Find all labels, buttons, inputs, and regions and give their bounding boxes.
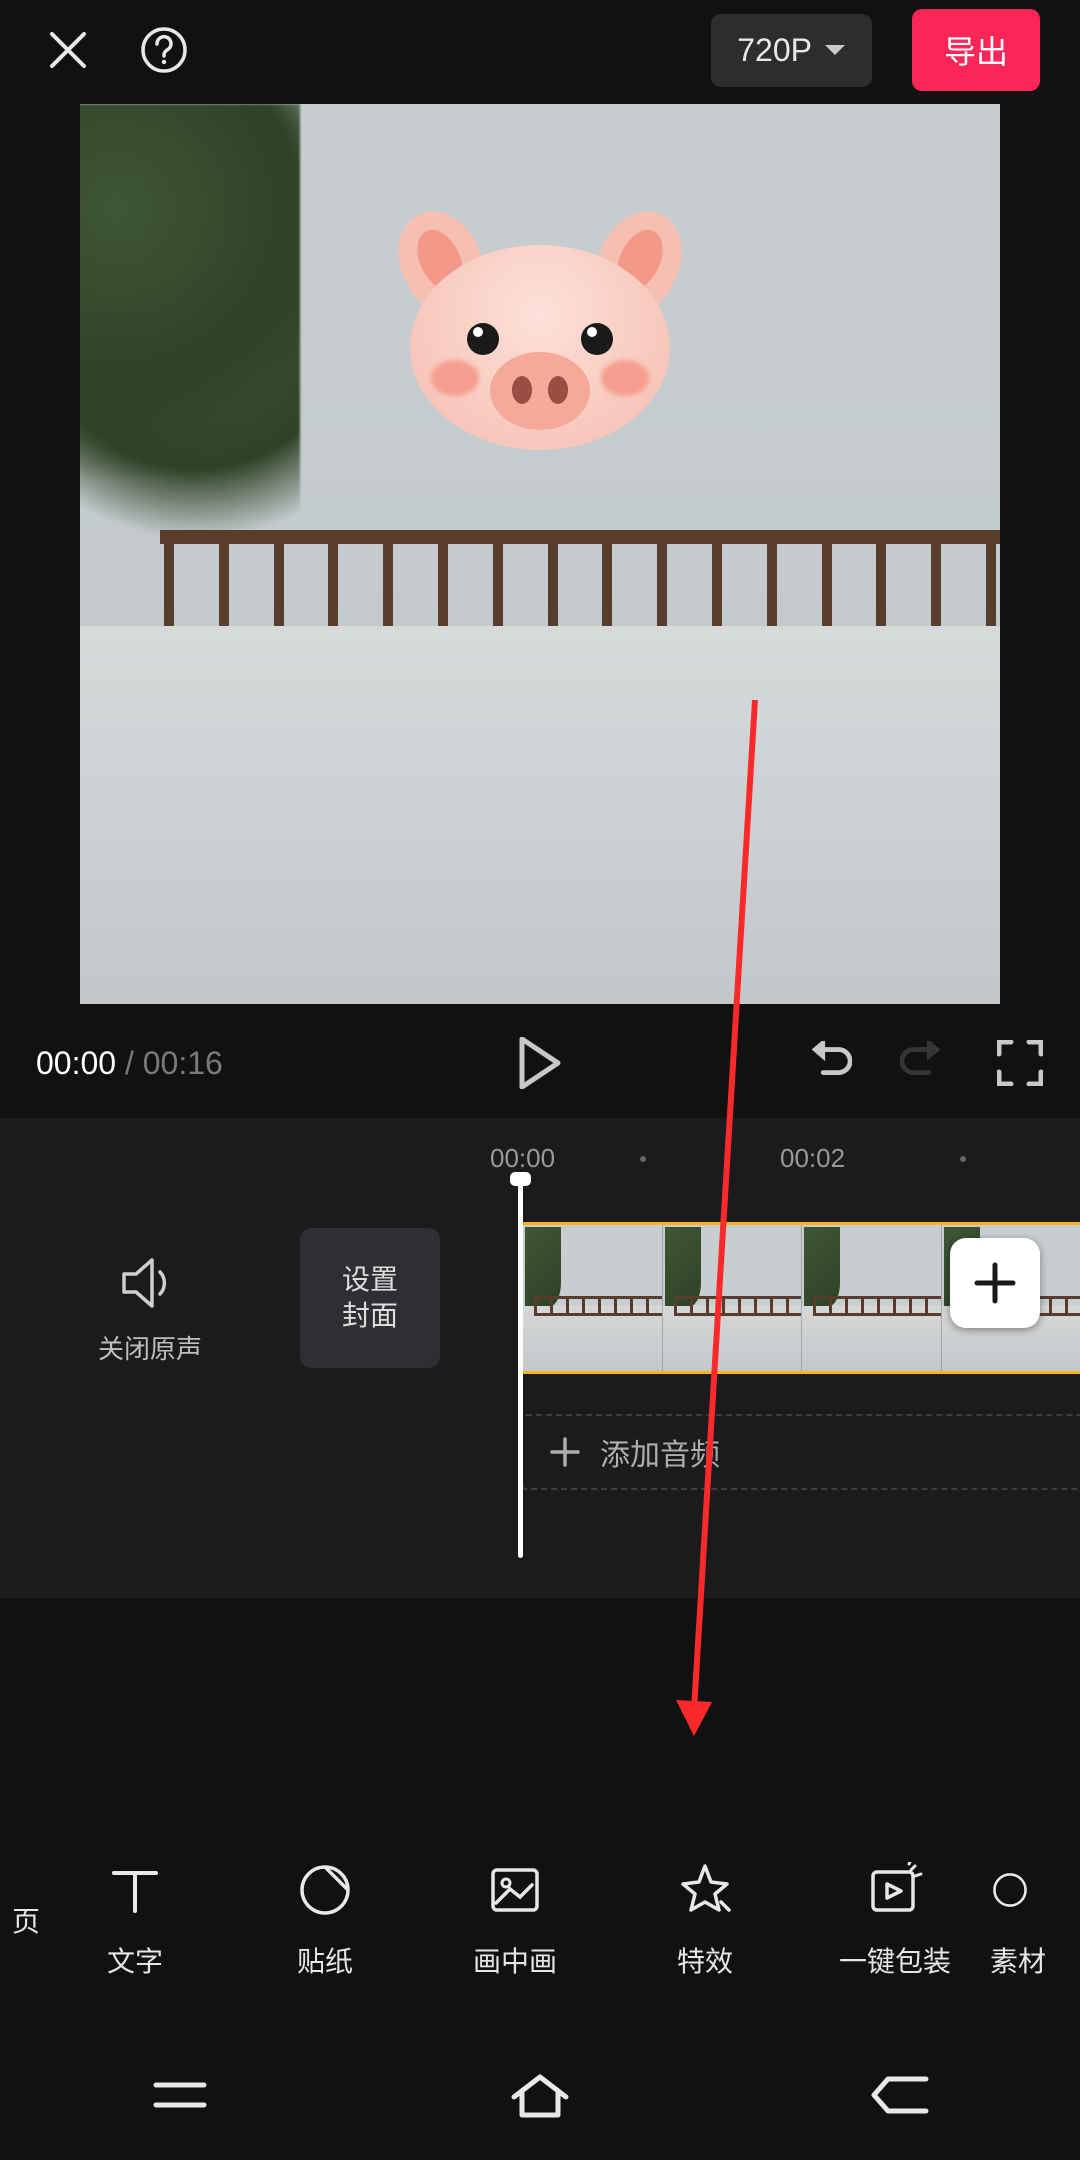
close-button[interactable] [40, 22, 96, 78]
resolution-select[interactable]: 720P [711, 14, 872, 87]
add-clip-button[interactable] [950, 1238, 1040, 1328]
effects-icon [677, 1862, 733, 1918]
preview-area[interactable] [0, 100, 1080, 1008]
time-current: 00:00 [36, 1045, 116, 1081]
help-button[interactable] [136, 22, 192, 78]
resolution-value: 720P [737, 32, 812, 69]
plus-icon [550, 1437, 580, 1467]
playback-bar: 00:00 / 00:16 [0, 1008, 1080, 1118]
home-icon [508, 2071, 572, 2119]
tool-one-click-package[interactable]: 一键包装 [800, 1860, 990, 1980]
package-icon [867, 1862, 923, 1918]
tool-pip[interactable]: 画中画 [420, 1860, 610, 1980]
tool-sticker[interactable]: 贴纸 [230, 1860, 420, 1980]
playhead[interactable] [518, 1178, 523, 1558]
speaker-icon [122, 1258, 178, 1308]
tool-text[interactable]: 文字 [40, 1860, 230, 1980]
preview-frame [80, 104, 1000, 1004]
timeline[interactable]: 00:00 00:02 关闭原声 设置 封面 添加音频 [0, 1118, 1080, 1598]
clip-thumbnail [662, 1225, 802, 1371]
fullscreen-icon [997, 1040, 1043, 1086]
nav-menu-button[interactable] [140, 2065, 220, 2125]
clip-thumbnail [523, 1225, 662, 1371]
play-button[interactable] [516, 1039, 564, 1087]
top-bar: 720P 导出 [0, 0, 1080, 100]
bottom-toolbar[interactable]: 页 文字 贴纸 画中画 特效 一键包装 素材 [0, 1820, 1080, 2020]
clip-thumbnail [801, 1225, 941, 1371]
undo-icon [804, 1041, 852, 1085]
close-icon [44, 26, 92, 74]
play-icon [518, 1037, 562, 1089]
tool-effects[interactable]: 特效 [610, 1860, 800, 1980]
chevron-down-icon [824, 43, 846, 57]
help-icon [139, 25, 189, 75]
menu-icon [152, 2075, 208, 2115]
sticker-icon [298, 1863, 352, 1917]
fullscreen-button[interactable] [996, 1039, 1044, 1087]
export-button[interactable]: 导出 [912, 9, 1040, 91]
nav-back-button[interactable] [860, 2065, 940, 2125]
timeline-ruler: 00:00 00:02 [0, 1138, 1080, 1178]
redo-icon [900, 1041, 948, 1085]
material-icon [990, 1863, 1030, 1917]
back-icon [870, 2073, 930, 2117]
time-duration: 00:16 [143, 1045, 223, 1081]
pig-sticker[interactable] [410, 230, 670, 450]
add-audio-button[interactable]: 添加音频 [520, 1414, 1080, 1490]
time-display: 00:00 / 00:16 [36, 1045, 223, 1082]
pip-icon [488, 1863, 542, 1917]
redo-button[interactable] [900, 1039, 948, 1087]
tool-material[interactable]: 素材 [990, 1860, 1080, 1980]
mute-original-button[interactable]: 关闭原声 [60, 1258, 240, 1366]
set-cover-button[interactable]: 设置 封面 [300, 1228, 440, 1368]
plus-icon [973, 1261, 1017, 1305]
tool-item-partial[interactable]: 页 [0, 1900, 40, 1940]
nav-home-button[interactable] [500, 2065, 580, 2125]
undo-button[interactable] [804, 1039, 852, 1087]
text-icon [108, 1863, 162, 1917]
system-nav-bar [0, 2030, 1080, 2160]
